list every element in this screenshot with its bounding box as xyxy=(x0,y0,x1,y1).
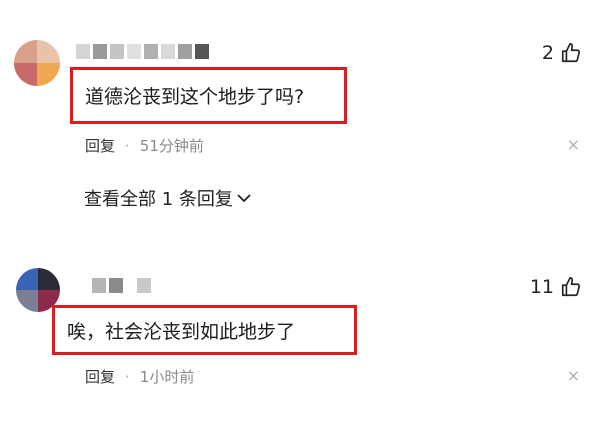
comment-text: 道德沦丧到这个地步了吗? xyxy=(85,86,305,108)
close-icon[interactable]: × xyxy=(567,135,580,154)
reply-button[interactable]: 回复 xyxy=(85,366,115,387)
username-redacted[interactable] xyxy=(76,44,209,59)
avatar-pixel xyxy=(14,63,37,86)
view-all-replies-button[interactable]: 查看全部 1 条回复 xyxy=(84,185,251,211)
meta-separator: · xyxy=(125,367,130,386)
like-count: 11 xyxy=(529,276,554,298)
comment-text: 唉，社会沦丧到如此地步了 xyxy=(67,320,296,343)
reply-button[interactable]: 回复 xyxy=(85,135,115,156)
thumbs-up-icon xyxy=(561,277,581,297)
like-button[interactable]: 11 xyxy=(530,276,582,298)
avatar-pixel xyxy=(37,40,60,63)
avatar-pixel xyxy=(38,268,60,290)
avatar-pixel xyxy=(16,268,38,290)
comment-timestamp: 1小时前 xyxy=(139,368,195,386)
comment-text-highlighted: 道德沦丧到这个地步了吗? xyxy=(70,67,347,124)
comment-text-highlighted: 唉，社会沦丧到如此地步了 xyxy=(52,305,357,355)
comment-meta: 回复 · 1小时前 xyxy=(85,366,194,387)
thumbs-up-icon xyxy=(561,43,581,63)
chevron-down-icon xyxy=(237,194,251,203)
close-icon[interactable]: × xyxy=(567,366,580,385)
avatar-pixel xyxy=(16,290,38,312)
comment-meta: 回复 · 51分钟前 xyxy=(85,135,204,156)
avatar-pixel xyxy=(37,63,60,86)
like-button[interactable]: 2 xyxy=(542,42,582,64)
avatar-pixel xyxy=(14,40,37,63)
avatar[interactable] xyxy=(14,40,60,86)
view-all-replies-label: 查看全部 1 条回复 xyxy=(84,189,233,210)
username-redacted[interactable] xyxy=(92,278,151,293)
meta-separator: · xyxy=(125,136,130,155)
comment-timestamp: 51分钟前 xyxy=(139,137,204,155)
like-count: 2 xyxy=(541,42,554,64)
